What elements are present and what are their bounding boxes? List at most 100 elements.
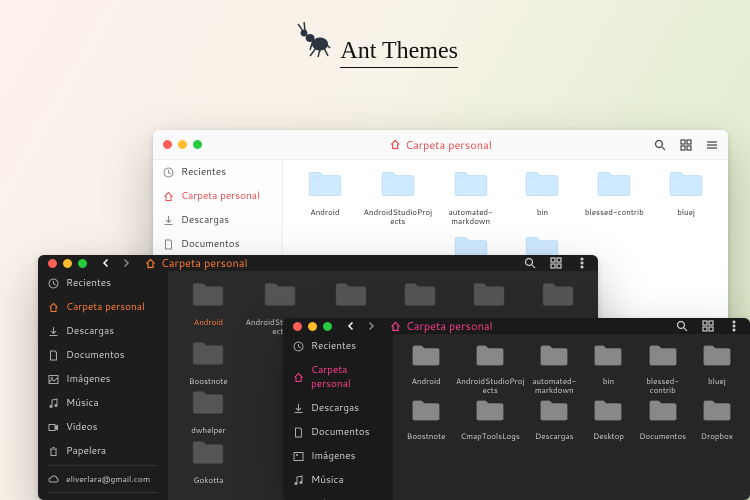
sidebar-item-downloads[interactable]: Descargas — [283, 396, 393, 420]
sidebar-item-recent[interactable]: Recientes — [153, 160, 282, 184]
more-icon[interactable] — [576, 257, 588, 269]
folder-item[interactable]: Documentos — [638, 399, 688, 441]
sidebar-item-videos[interactable]: Videos — [283, 492, 393, 500]
forward-button[interactable] — [119, 256, 133, 270]
folder-item[interactable]: bin — [509, 170, 577, 226]
sidebar-tag-github[interactable]: github — [38, 495, 168, 500]
folder-label: bin — [603, 377, 614, 386]
folder-item[interactable]: blessed-contrib — [580, 170, 648, 226]
page-header: Ant Themes — [292, 20, 458, 68]
sidebar-item-images[interactable]: Imágenes — [38, 367, 168, 391]
sidebar-item-images[interactable]: Imágenes — [283, 444, 393, 468]
sidebar-item-recent[interactable]: Recientes — [38, 271, 168, 295]
sidebar-item-label: Imágenes — [311, 449, 355, 463]
minimize-button[interactable] — [63, 259, 72, 268]
sidebar-item-documents[interactable]: Documentos — [283, 420, 393, 444]
folder-icon — [411, 344, 441, 373]
sidebar-item-music[interactable]: Música — [283, 468, 393, 492]
sidebar-item-home[interactable]: Carpeta personal — [283, 358, 393, 396]
sidebar: Recientes Carpeta personal Descargas Doc… — [283, 334, 393, 500]
folder-icon — [411, 399, 441, 428]
close-button[interactable] — [293, 322, 302, 331]
sidebar-item-documents[interactable]: Documentos — [38, 343, 168, 367]
folder-item[interactable]: CmapToolsLogs — [455, 399, 525, 441]
folder-label: Desktop — [593, 432, 624, 441]
maximize-button[interactable] — [193, 140, 202, 149]
clock-icon — [48, 278, 59, 289]
sidebar-item-downloads[interactable]: Descargas — [38, 319, 168, 343]
folder-item[interactable]: bluej — [652, 170, 720, 226]
folder-item[interactable]: AndroidStudioProjects — [455, 344, 525, 395]
titlebar[interactable]: Carpeta personal — [283, 318, 750, 334]
download-icon — [163, 215, 174, 226]
sidebar-item-documents[interactable]: Documentos — [153, 232, 282, 256]
sidebar-item-label: Descargas — [181, 213, 229, 227]
sidebar-item-home[interactable]: Carpeta personal — [38, 295, 168, 319]
folder-item[interactable]: Desktop — [583, 399, 633, 441]
breadcrumb[interactable]: Carpeta personal — [390, 318, 493, 334]
maximize-button[interactable] — [78, 259, 87, 268]
sidebar: Recientes Carpeta personal Descargas Doc… — [38, 271, 168, 500]
folder-item[interactable]: Boostnote — [176, 340, 241, 386]
folder-label: Boostnote — [407, 432, 446, 441]
folder-item[interactable]: bluej — [692, 344, 742, 395]
breadcrumb[interactable]: Carpeta personal — [145, 255, 248, 271]
folder-label: blessed-contrib — [585, 208, 644, 217]
view-grid-icon[interactable] — [550, 257, 562, 269]
back-button[interactable] — [99, 256, 113, 270]
folder-item[interactable]: dwhelper — [176, 389, 241, 435]
folder-icon — [475, 399, 505, 428]
sidebar-item-home[interactable]: Carpeta personal — [153, 184, 282, 208]
cloud-icon — [48, 474, 59, 485]
nav-arrows — [99, 256, 133, 270]
folder-icon — [191, 340, 225, 373]
search-icon[interactable] — [676, 320, 688, 332]
folder-item[interactable]: Gokotta — [176, 439, 241, 485]
folder-label: automated-markdown — [529, 377, 579, 395]
folder-icon — [475, 344, 505, 373]
sidebar-item-recent[interactable]: Recientes — [283, 334, 393, 358]
folder-grid[interactable]: AndroidAndroidStudioProjectsautomated-ma… — [393, 334, 750, 500]
window-dark-pink: Carpeta personal Recientes Carpeta perso… — [283, 318, 750, 500]
sidebar-item-downloads[interactable]: Descargas — [153, 208, 282, 232]
sidebar-item-label: Documentos — [66, 348, 125, 362]
toolbar-actions — [676, 320, 740, 332]
forward-button[interactable] — [364, 319, 378, 333]
sidebar-item-trash[interactable]: Papelera — [38, 439, 168, 463]
folder-item[interactable]: blessed-contrib — [638, 344, 688, 395]
breadcrumb[interactable]: Carpeta personal — [389, 137, 492, 153]
maximize-button[interactable] — [323, 322, 332, 331]
sidebar-item-music[interactable]: Música — [38, 391, 168, 415]
titlebar[interactable]: Carpeta personal — [38, 255, 598, 271]
document-icon — [48, 350, 59, 361]
search-icon[interactable] — [524, 257, 536, 269]
titlebar[interactable]: Carpeta personal — [153, 130, 728, 160]
menu-icon[interactable] — [706, 139, 718, 151]
sidebar-item-account[interactable]: eliverlara@gmail.com — [38, 468, 168, 490]
sidebar-item-videos[interactable]: Videos — [38, 415, 168, 439]
sidebar-item-label: Carpeta personal — [181, 189, 260, 203]
minimize-button[interactable] — [178, 140, 187, 149]
folder-item[interactable]: Android — [176, 281, 241, 336]
close-button[interactable] — [163, 140, 172, 149]
folder-item[interactable]: Android — [401, 344, 451, 395]
folder-item[interactable]: bin — [583, 344, 633, 395]
folder-item[interactable]: automated-markdown — [437, 170, 505, 226]
minimize-button[interactable] — [308, 322, 317, 331]
folder-item[interactable]: automated-markdown — [529, 344, 579, 395]
clock-icon — [293, 341, 304, 352]
folder-item[interactable]: Dropbox — [692, 399, 742, 441]
close-button[interactable] — [48, 259, 57, 268]
sidebar-item-label: Recientes — [311, 339, 356, 353]
folder-item[interactable]: Descargas — [529, 399, 579, 441]
folder-icon — [541, 281, 575, 314]
back-button[interactable] — [344, 319, 358, 333]
image-icon — [48, 374, 59, 385]
more-icon[interactable] — [728, 320, 740, 332]
search-icon[interactable] — [654, 139, 666, 151]
view-grid-icon[interactable] — [702, 320, 714, 332]
view-grid-icon[interactable] — [680, 139, 692, 151]
folder-item[interactable]: Android — [291, 170, 359, 226]
folder-item[interactable]: AndroidStudioProjects — [363, 170, 433, 226]
folder-item[interactable]: Boostnote — [401, 399, 451, 441]
